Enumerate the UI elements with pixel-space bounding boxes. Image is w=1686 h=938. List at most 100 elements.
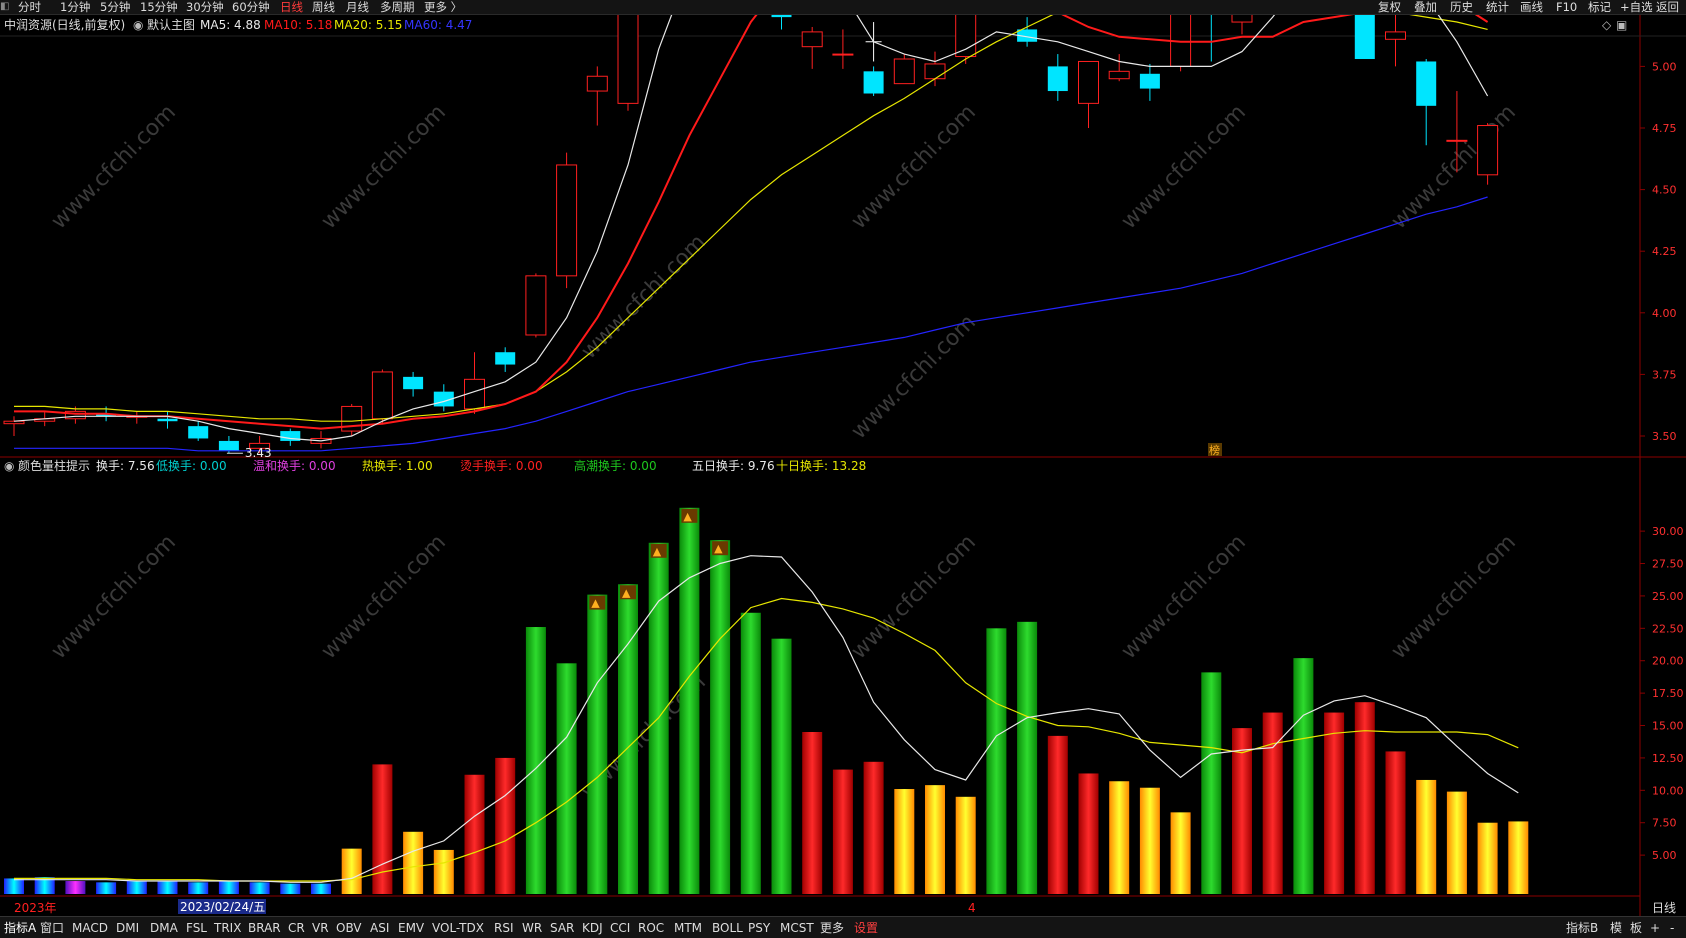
- indicator-tab-14[interactable]: RSI: [494, 920, 514, 936]
- turnover-bar-climax[interactable]: [740, 612, 761, 894]
- indicator-tab-11[interactable]: ASI: [370, 920, 389, 936]
- candle-down[interactable]: [1139, 63, 1160, 101]
- turnover-bar-hot[interactable]: [925, 785, 945, 894]
- turnover-bar-scald[interactable]: [863, 761, 884, 894]
- candle-down[interactable]: [495, 347, 516, 372]
- turnover-bar-hot[interactable]: [1416, 779, 1437, 894]
- indicator-tab-1[interactable]: 窗口: [40, 920, 64, 936]
- candle-up[interactable]: [3, 416, 25, 436]
- candle-down[interactable]: [863, 66, 884, 96]
- indicator-tab-22[interactable]: PSY: [748, 920, 770, 936]
- candle-up[interactable]: [1108, 54, 1130, 82]
- turnover-bar-hot[interactable]: [403, 831, 424, 894]
- indicator-tab-9[interactable]: VR: [312, 920, 329, 936]
- candlestick-chart[interactable]: 6.663.43榜: [3, 0, 1499, 460]
- indicator-tab-10[interactable]: OBV: [336, 920, 362, 936]
- indicator-tab-4[interactable]: DMA: [150, 920, 178, 936]
- indicator-tab-2[interactable]: MACD: [72, 920, 108, 936]
- candle-down[interactable]: [157, 411, 178, 429]
- turnover-bar-low[interactable]: [311, 883, 331, 894]
- candle-up[interactable]: [832, 29, 854, 69]
- turnover-bar-scald[interactable]: [464, 774, 485, 894]
- candle-down[interactable]: [1416, 59, 1437, 146]
- window-icon[interactable]: ▣: [1616, 17, 1627, 33]
- candle-up[interactable]: [556, 152, 578, 289]
- candle-up[interactable]: [924, 51, 946, 87]
- indicator-tab-21[interactable]: BOLL: [712, 920, 743, 936]
- candle-up[interactable]: [464, 352, 485, 414]
- collapse-icon[interactable]: ◧: [0, 0, 14, 14]
- turnover-bar-hot[interactable]: [433, 849, 454, 894]
- period-tab-2[interactable]: 5分钟: [100, 0, 130, 14]
- turnover-bar-climax[interactable]: [679, 507, 700, 894]
- indicator-tab-24[interactable]: 更多: [820, 920, 844, 936]
- turnover-bar-hot[interactable]: [1446, 791, 1467, 894]
- turnover-bar-climax[interactable]: [1017, 621, 1038, 894]
- period-tab-8[interactable]: 月线: [346, 0, 369, 14]
- period-tab-10[interactable]: 更多 〉: [424, 0, 462, 14]
- toolbar-button-1[interactable]: 叠加: [1414, 0, 1437, 14]
- indicator-tab-0[interactable]: 指标A: [4, 920, 36, 936]
- period-tab-3[interactable]: 15分钟: [140, 0, 178, 14]
- turnover-bar-hot[interactable]: [955, 796, 976, 894]
- turnover-bar-low[interactable]: [126, 881, 147, 894]
- indicator-dot-icon[interactable]: ◉: [4, 458, 14, 474]
- turnover-bar-low[interactable]: [65, 881, 86, 894]
- toolbar-button-5[interactable]: F10: [1556, 0, 1577, 14]
- turnover-bar-chart[interactable]: ▲ ▲ ▲ ▲ ▲: [4, 507, 1529, 894]
- turnover-bar-scald[interactable]: [1324, 712, 1345, 894]
- turnover-bar-low[interactable]: [249, 882, 270, 894]
- period-tab-5[interactable]: 60分钟: [232, 0, 270, 14]
- indicator-tab-20[interactable]: MTM: [674, 920, 702, 936]
- turnover-bar-low[interactable]: [4, 878, 24, 894]
- turnover-bar-climax[interactable]: [1201, 672, 1222, 894]
- turnover-bar-low[interactable]: [157, 881, 178, 894]
- turnover-bar-climax[interactable]: [556, 663, 577, 894]
- candle-up[interactable]: [126, 411, 148, 424]
- turnover-bar-low[interactable]: [218, 881, 239, 894]
- turnover-bar-scald[interactable]: [1078, 773, 1099, 894]
- turnover-bar-hot[interactable]: [341, 848, 362, 894]
- period-tab-7[interactable]: 周线: [312, 0, 335, 14]
- turnover-bar-scald[interactable]: [832, 769, 853, 894]
- panel-control-1[interactable]: 模: [1610, 920, 1622, 936]
- indicator-tab-6[interactable]: TRIX: [214, 920, 241, 936]
- candle-up[interactable]: [341, 403, 363, 436]
- toolbar-button-0[interactable]: 复权: [1378, 0, 1401, 14]
- candle-up[interactable]: [801, 26, 823, 69]
- list-badge[interactable]: 榜: [1209, 443, 1220, 457]
- panel-control-4[interactable]: -: [1670, 920, 1674, 936]
- turnover-bar-low[interactable]: [96, 882, 117, 894]
- indicator-tab-16[interactable]: SAR: [550, 920, 574, 936]
- panel-control-3[interactable]: +: [1650, 920, 1660, 936]
- panel-control-0[interactable]: 指标B: [1566, 920, 1598, 936]
- main-template-label[interactable]: 默认主图: [147, 17, 195, 33]
- toolbar-button-8[interactable]: 返回: [1656, 0, 1679, 14]
- turnover-bar-hot[interactable]: [1477, 822, 1498, 894]
- indicator-tab-5[interactable]: FSL: [186, 920, 207, 936]
- candle-down[interactable]: [188, 421, 209, 441]
- turnover-bar-hot[interactable]: [1508, 821, 1529, 894]
- turnover-bar-scald[interactable]: [495, 757, 516, 894]
- turnover-bar-scald[interactable]: [1047, 735, 1068, 894]
- period-tab-9[interactable]: 多周期: [380, 0, 415, 14]
- period-tab-6[interactable]: 日线: [280, 0, 303, 14]
- candle-down[interactable]: [403, 371, 424, 397]
- toolbar-button-7[interactable]: +自选: [1620, 0, 1653, 14]
- indicator-tab-13[interactable]: VOL-TDX: [432, 920, 484, 936]
- indicator-tab-3[interactable]: DMI: [116, 920, 139, 936]
- period-tab-4[interactable]: 30分钟: [186, 0, 224, 14]
- toolbar-button-4[interactable]: 画线: [1520, 0, 1543, 14]
- indicator-tab-15[interactable]: WR: [522, 920, 542, 936]
- stock-title[interactable]: 中润资源(日线,前复权): [4, 17, 125, 33]
- candle-up[interactable]: [1477, 123, 1499, 185]
- diamond-icon[interactable]: ◇: [1602, 17, 1611, 33]
- turnover-bar-climax[interactable]: [587, 594, 608, 894]
- period-tab-0[interactable]: 分时: [18, 0, 41, 14]
- turnover-bar-climax[interactable]: [986, 628, 1007, 894]
- toolbar-button-3[interactable]: 统计: [1486, 0, 1509, 14]
- template-dot-icon[interactable]: ◉: [133, 17, 143, 33]
- indicator-tab-7[interactable]: BRAR: [248, 920, 281, 936]
- turnover-bar-hot[interactable]: [1139, 787, 1160, 894]
- indicator-tab-12[interactable]: EMV: [398, 920, 424, 936]
